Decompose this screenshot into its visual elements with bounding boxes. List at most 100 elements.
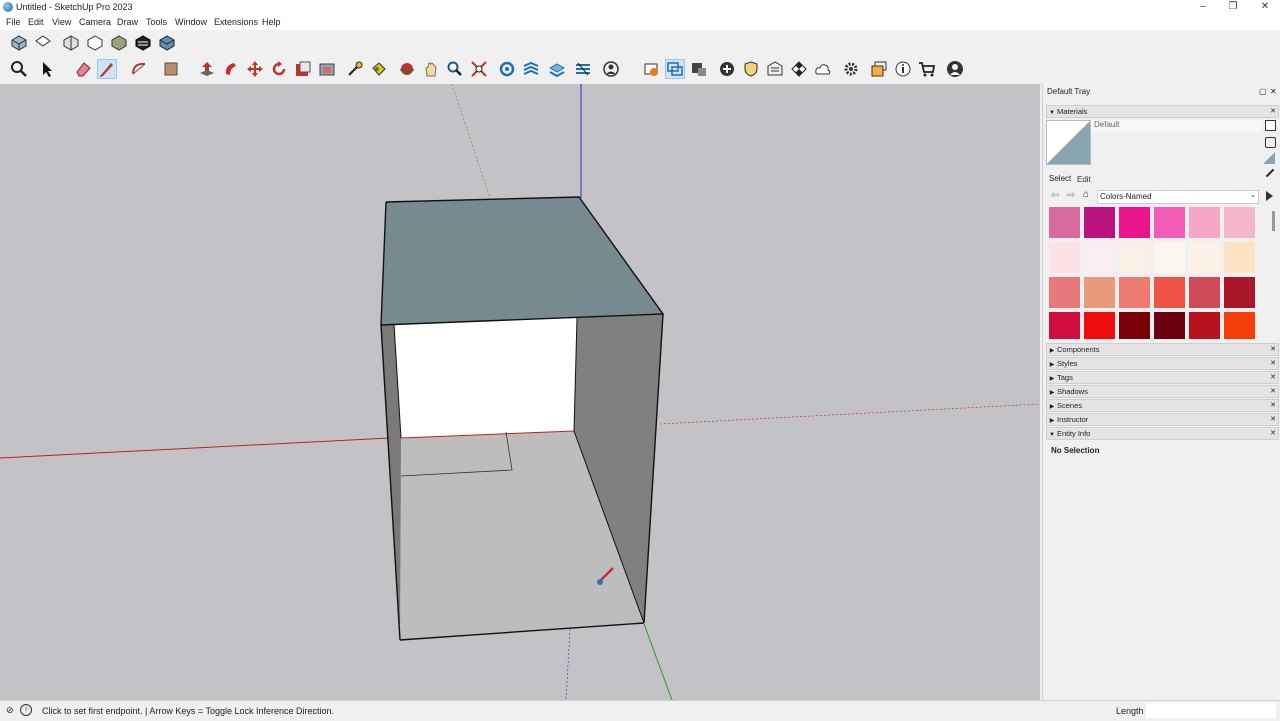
profile-user-icon[interactable] bbox=[602, 60, 620, 78]
material-swatch[interactable] bbox=[1189, 312, 1220, 339]
arc-icon[interactable] bbox=[130, 60, 148, 78]
home-icon[interactable]: ⌂ bbox=[1083, 189, 1089, 200]
rectangle-icon[interactable] bbox=[162, 60, 180, 78]
zoom-icon[interactable] bbox=[446, 60, 464, 78]
panel-components[interactable]: ▶ Components ✕ bbox=[1046, 343, 1279, 356]
material-swatch[interactable] bbox=[1189, 242, 1220, 273]
select-arrow-icon[interactable] bbox=[38, 60, 56, 78]
panel-close-icon[interactable]: ✕ bbox=[1270, 400, 1276, 411]
menu-camera[interactable]: Camera bbox=[79, 17, 111, 27]
material-swatch[interactable] bbox=[1049, 277, 1080, 308]
create-material-icon[interactable] bbox=[1265, 120, 1276, 131]
material-swatch[interactable] bbox=[1189, 207, 1220, 238]
top-view-icon[interactable] bbox=[34, 34, 52, 52]
default-material-icon[interactable] bbox=[1263, 152, 1275, 164]
left-view-icon[interactable] bbox=[134, 34, 152, 52]
details-arrow-icon[interactable] bbox=[1266, 191, 1273, 201]
info-icon[interactable] bbox=[894, 60, 912, 78]
material-swatch[interactable] bbox=[1154, 242, 1185, 273]
tray-close-icon[interactable]: ✕ bbox=[1270, 87, 1277, 96]
model-viewport[interactable] bbox=[0, 84, 1040, 700]
orbit-icon[interactable] bbox=[398, 60, 416, 78]
eyedropper-icon[interactable] bbox=[1265, 168, 1275, 178]
material-swatch[interactable] bbox=[1084, 277, 1115, 308]
zoom-extents-icon[interactable] bbox=[470, 60, 488, 78]
section-cuts-icon[interactable] bbox=[574, 60, 592, 78]
material-swatch[interactable] bbox=[1049, 207, 1080, 238]
measurement-input[interactable] bbox=[1146, 703, 1276, 718]
pan-hand-icon[interactable] bbox=[422, 60, 440, 78]
building-icon[interactable] bbox=[766, 60, 784, 78]
checker-texture-icon[interactable] bbox=[790, 60, 808, 78]
layout-send-icon[interactable] bbox=[690, 60, 708, 78]
collection-dropdown[interactable]: Colors-Named ⌄ bbox=[1097, 190, 1259, 204]
menu-window[interactable]: Window bbox=[175, 17, 207, 27]
push-pull-icon[interactable] bbox=[198, 60, 216, 78]
panel-close-icon[interactable]: ✕ bbox=[1270, 106, 1276, 117]
front-view-icon[interactable] bbox=[62, 34, 80, 52]
display-secondary-icon[interactable] bbox=[1265, 137, 1276, 148]
warehouse-icon[interactable] bbox=[642, 60, 660, 78]
tab-select[interactable]: Select bbox=[1049, 174, 1071, 183]
cart-icon[interactable] bbox=[918, 60, 936, 78]
material-swatch[interactable] bbox=[1224, 277, 1255, 308]
back-view-icon[interactable] bbox=[110, 34, 128, 52]
scale-icon[interactable] bbox=[294, 60, 312, 78]
account-icon[interactable] bbox=[946, 60, 964, 78]
panel-close-icon[interactable]: ✕ bbox=[1270, 414, 1276, 425]
material-swatch[interactable] bbox=[1084, 242, 1115, 273]
minimize-button[interactable]: – bbox=[1188, 0, 1218, 14]
section-display-icon[interactable] bbox=[548, 60, 566, 78]
material-swatch[interactable] bbox=[1224, 312, 1255, 339]
panel-entity-info[interactable]: ▼ Entity Info ✕ bbox=[1046, 427, 1279, 440]
section-plane-icon[interactable] bbox=[498, 60, 516, 78]
right-view-icon[interactable] bbox=[86, 34, 104, 52]
panel-close-icon[interactable]: ✕ bbox=[1270, 428, 1276, 439]
tab-edit[interactable]: Edit bbox=[1077, 175, 1091, 184]
eraser-icon[interactable] bbox=[74, 60, 92, 78]
material-swatch[interactable] bbox=[1224, 242, 1255, 273]
tray-pin-icon[interactable]: ▢ bbox=[1259, 87, 1267, 96]
material-swatch[interactable] bbox=[1119, 312, 1150, 339]
material-swatch[interactable] bbox=[1154, 207, 1185, 238]
panel-close-icon[interactable]: ✕ bbox=[1270, 358, 1276, 369]
move-icon[interactable] bbox=[246, 60, 264, 78]
back-arrow-icon[interactable]: ⇦ bbox=[1051, 190, 1059, 201]
menu-tools[interactable]: Tools bbox=[146, 17, 167, 27]
help-info-icon[interactable]: i bbox=[20, 704, 32, 716]
material-swatch[interactable] bbox=[1084, 207, 1115, 238]
swatch-scrollbar[interactable] bbox=[1272, 211, 1275, 231]
menu-view[interactable]: View bbox=[52, 17, 71, 27]
menu-edit[interactable]: Edit bbox=[28, 17, 44, 27]
material-name-field[interactable]: Default bbox=[1091, 120, 1262, 132]
material-swatch[interactable] bbox=[1049, 242, 1080, 273]
panel-instructor[interactable]: ▶ Instructor ✕ bbox=[1046, 413, 1279, 426]
materials-panel-header[interactable]: ▼ Materials ✕ bbox=[1046, 105, 1279, 118]
offset-icon[interactable] bbox=[318, 60, 336, 78]
rotate-icon[interactable] bbox=[270, 60, 288, 78]
material-swatch[interactable] bbox=[1154, 312, 1185, 339]
material-swatch[interactable] bbox=[1119, 277, 1150, 308]
material-swatch[interactable] bbox=[1119, 207, 1150, 238]
material-swatch[interactable] bbox=[1224, 207, 1255, 238]
forward-arrow-icon[interactable]: ⇨ bbox=[1067, 190, 1075, 201]
scene-frames-icon[interactable] bbox=[870, 60, 888, 78]
section-fill-icon[interactable] bbox=[522, 60, 540, 78]
geolocation-icon[interactable]: ⊘ bbox=[6, 705, 14, 716]
components-browser-icon[interactable] bbox=[665, 59, 685, 79]
panel-shadows[interactable]: ▶ Shadows ✕ bbox=[1046, 385, 1279, 398]
line-pencil-icon[interactable] bbox=[97, 59, 117, 79]
panel-close-icon[interactable]: ✕ bbox=[1270, 372, 1276, 383]
shield-icon[interactable] bbox=[742, 60, 760, 78]
close-button[interactable]: ✕ bbox=[1250, 0, 1280, 14]
material-swatch[interactable] bbox=[1084, 312, 1115, 339]
panel-tags[interactable]: ▶ Tags ✕ bbox=[1046, 371, 1279, 384]
material-swatch[interactable] bbox=[1119, 242, 1150, 273]
extension-gear-icon[interactable] bbox=[842, 60, 860, 78]
tape-measure-icon[interactable] bbox=[346, 60, 364, 78]
material-swatch[interactable] bbox=[1049, 312, 1080, 339]
menu-draw[interactable]: Draw bbox=[117, 17, 138, 27]
material-swatch[interactable] bbox=[1189, 277, 1220, 308]
panel-close-icon[interactable]: ✕ bbox=[1270, 344, 1276, 355]
menu-file[interactable]: File bbox=[6, 17, 21, 27]
